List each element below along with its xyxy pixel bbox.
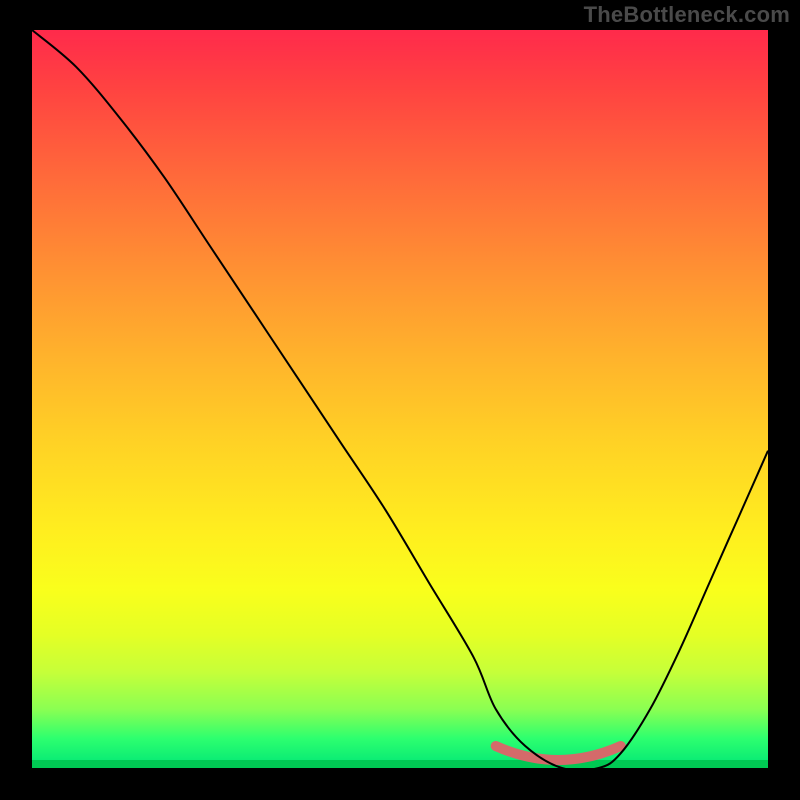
plot-area bbox=[32, 30, 768, 768]
curve-svg bbox=[32, 30, 768, 768]
chart-frame: TheBottleneck.com bbox=[0, 0, 800, 800]
optimal-marker bbox=[496, 746, 621, 760]
bottleneck-curve-line bbox=[32, 30, 768, 768]
watermark-text: TheBottleneck.com bbox=[584, 2, 790, 28]
